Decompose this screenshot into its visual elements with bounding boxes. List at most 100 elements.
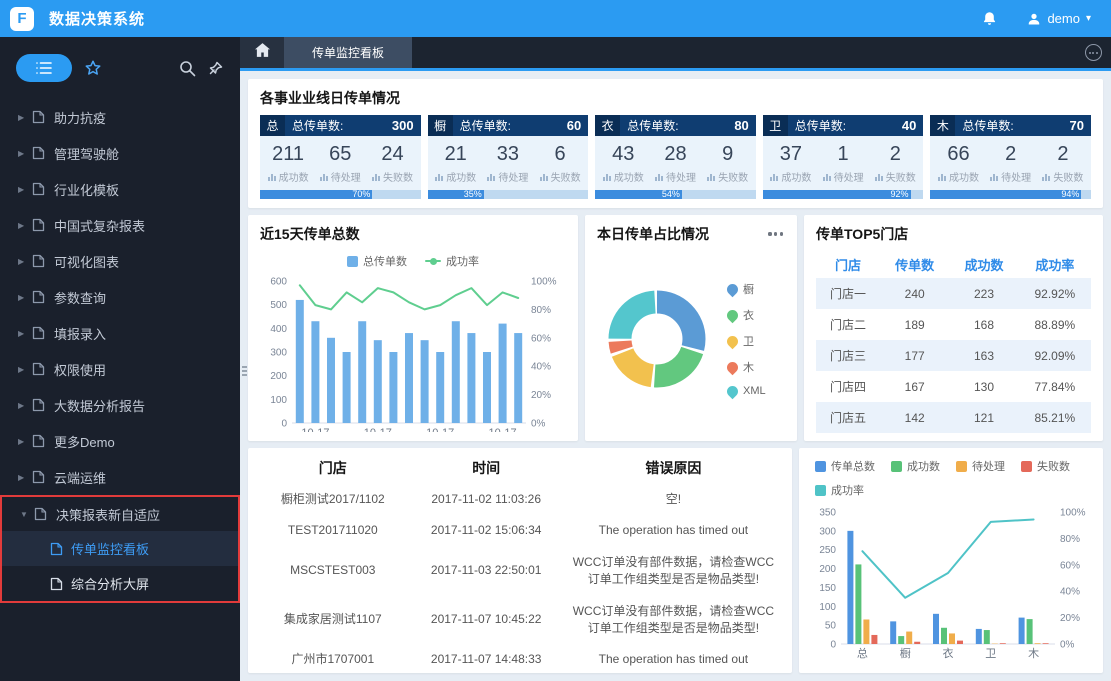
top5-panel-title: 传单TOP5门店 [816,226,909,242]
legend-item[interactable]: XML [724,383,766,399]
topbar-actions: demo ▾ [982,11,1091,27]
kpi-progress-rate: 94% [1061,190,1080,199]
kpi-card-tag: 橱 [427,115,453,136]
more-menu-icon[interactable] [766,227,785,240]
app-root: 数据决策系统 demo ▾ [0,0,1111,681]
top5-header-cell: 成功数 [964,258,1004,273]
svg-text:200: 200 [270,371,287,382]
legend-item[interactable]: 总传单数 [347,253,407,269]
sidebar-subitem[interactable]: 综合分析大屏 [2,566,238,601]
svg-text:0%: 0% [1060,640,1075,651]
error-table: 门店 时间 错误原因 橱柜测试2017/1102 2017-11-02 11:03:26… [260,452,780,673]
sidebar-subitem[interactable]: 传单监控看板 [2,531,238,566]
svg-text:10-17: 10-17 [489,427,517,432]
tab-active[interactable]: 传单监控看板 [284,37,413,68]
kpi-metric-label: 成功数 [262,169,314,184]
sidebar-item[interactable]: ▶ 大数据分析报告 [0,387,240,423]
mini-bars-icon [770,173,779,181]
legend-item[interactable]: 失败数 [1021,458,1070,474]
mini-bars-icon [487,173,496,181]
sidebar-item[interactable]: ▶ 更多Demo [0,423,240,459]
legend-item[interactable]: 待处理 [956,458,1005,474]
svg-text:100: 100 [270,395,287,406]
mini-bars-icon [822,173,831,181]
kpi-total-value: 60 [566,118,582,133]
kpi-metric: 9 失败数 [702,143,754,184]
sidebar-item[interactable]: ▶ 助力抗疫 [0,99,240,135]
sidebar-item[interactable]: ▶ 云端运维 [0,459,240,495]
byline-chart-panel: 传单总数 成功数 待处理 失败数 成功率 0 50 100 150 200 250 300 350 0%… [799,448,1103,673]
svg-text:300: 300 [819,526,836,537]
kpi-card-header: 总总传单数: 300 [260,115,421,136]
sidebar-item-label: 更多Demo [54,434,115,450]
trend-chart-panel: 近15天传单总数 总传单数 成功率 0 100 200 300 400 500 600 0% 20… [248,215,578,441]
svg-text:500: 500 [270,300,287,311]
kpi-progress-bar: 54% [595,190,756,199]
legend-item[interactable]: 卫 [724,333,754,349]
menu-toggle-button[interactable] [16,54,72,82]
sidebar-item[interactable]: ▶ 可视化图表 [0,243,240,279]
kpi-metric-label: 成功数 [932,169,984,184]
search-icon[interactable] [179,60,196,77]
user-icon [1027,12,1041,26]
sidebar-item[interactable]: ▶ 管理驾驶舱 [0,135,240,171]
mini-bars-icon [937,173,946,181]
pin-icon[interactable] [208,60,224,76]
favorites-star-icon[interactable] [84,59,102,77]
caret-right-icon: ▶ [18,472,25,482]
legend-item[interactable]: 木 [724,359,754,375]
sidebar-resize-handle[interactable] [241,353,248,389]
kpi-progress-fill: 94% [930,190,1082,199]
sidebar-group-toggle[interactable]: ▼ 决策报表新自适应 [2,497,238,531]
caret-right-icon: ▶ [18,292,25,302]
svg-text:80%: 80% [531,305,551,316]
top5-header-cell: 成功率 [1035,258,1075,273]
legend-item[interactable]: 成功率 [815,482,864,498]
home-tab[interactable] [240,37,284,68]
kpi-metric: 66 成功数 [932,143,984,184]
legend-item[interactable]: 衣 [724,307,754,323]
kpi-card: 衣总传单数: 80 43 成功数 28 待处理 9 失败数 54% [595,115,756,199]
svg-text:10-17: 10-17 [364,427,392,432]
tab-options-icon[interactable] [1075,37,1111,68]
legend-item[interactable]: 成功率 [425,253,479,269]
legend-item[interactable]: 传单总数 [815,458,875,474]
top5-header-cell: 门店 [834,258,861,273]
kpi-metric: 28 待处理 [649,143,701,184]
sidebar-item[interactable]: ▶ 中国式复杂报表 [0,207,240,243]
caret-right-icon: ▶ [18,220,25,230]
kpi-metric: 1 待处理 [817,143,869,184]
trend-panel-title: 近15天传单总数 [260,226,360,242]
svg-text:100%: 100% [531,277,557,288]
user-menu[interactable]: demo ▾ [1027,11,1091,26]
kpi-metric: 24 失败数 [366,143,418,184]
svg-text:衣: 衣 [943,646,954,660]
svg-text:100: 100 [819,602,836,613]
folder-icon [32,182,45,196]
kpi-panel-title: 各事业业线日传单情况 [260,90,400,106]
mini-bars-icon [539,173,548,181]
kpi-metric-value: 66 [947,143,970,165]
sidebar-item-label: 参数查询 [54,290,107,306]
kpi-card: 卫总传单数: 40 37 成功数 1 待处理 2 失败数 92% [762,115,924,199]
notification-bell-icon[interactable] [982,11,997,27]
sidebar-item[interactable]: ▶ 权限使用 [0,351,240,387]
error-table-header-cell: 时间 [472,460,501,476]
svg-text:橱: 橱 [900,646,911,660]
sidebar-item[interactable]: ▶ 填报录入 [0,315,240,351]
mini-bars-icon [707,173,716,181]
error-table-header-cell: 错误原因 [645,460,702,476]
legend-item[interactable]: 成功数 [891,458,940,474]
kpi-metric-value: 9 [722,143,734,165]
sidebar-item[interactable]: ▶ 参数查询 [0,279,240,315]
kpi-metric-value: 21 [444,143,467,165]
svg-text:300: 300 [270,348,287,359]
kpi-total-value: 300 [391,118,414,133]
legend-item[interactable]: 橱 [724,281,754,297]
kpi-metric: 43 成功数 [597,143,649,184]
sidebar-item[interactable]: ▶ 行业化模板 [0,171,240,207]
kpi-card-header: 衣总传单数: 80 [595,115,756,136]
kpi-progress-bar: 94% [930,190,1091,199]
trend-chart: 0 100 200 300 400 500 600 0% 20% 40% 60% 80% 100% 10-… [270,277,557,433]
sidebar-item-label: 助力抗疫 [54,110,107,126]
